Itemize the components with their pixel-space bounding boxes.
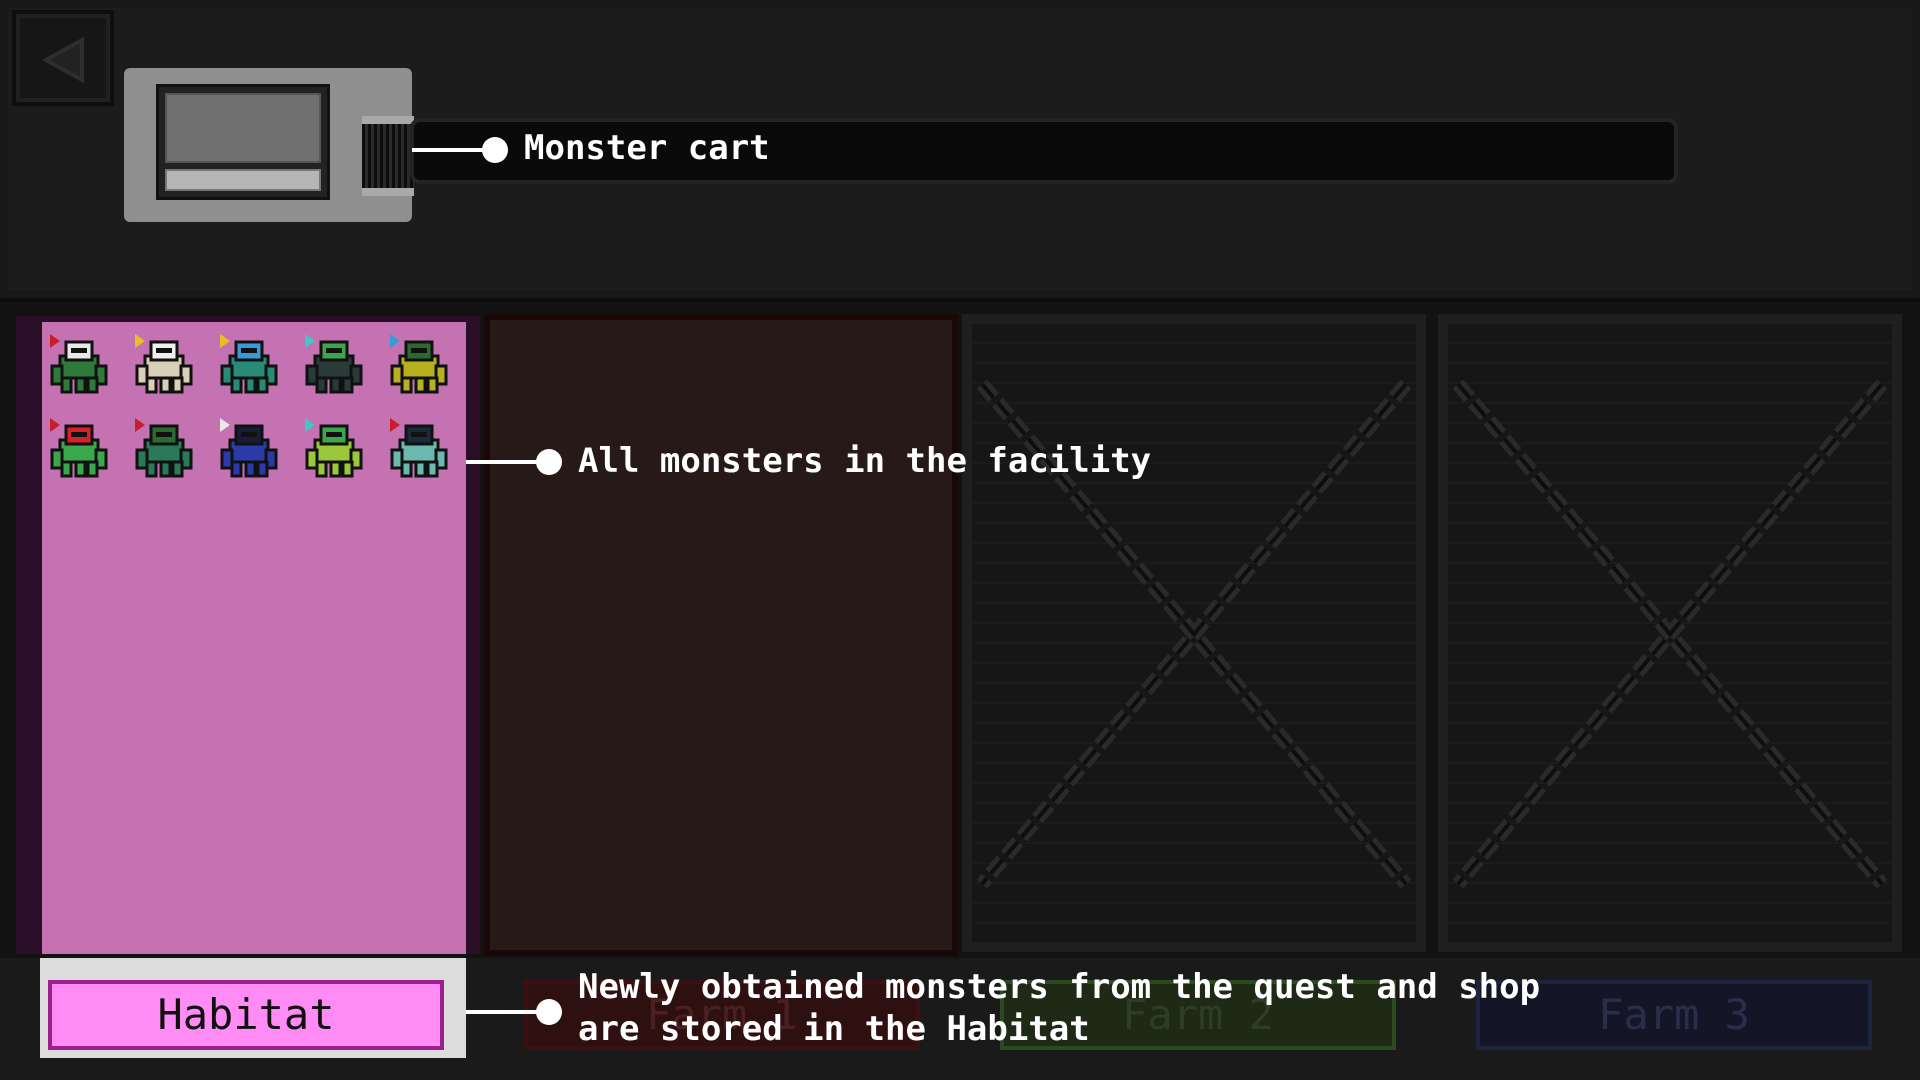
monster-4[interactable] [301, 332, 367, 398]
monster-6[interactable] [46, 416, 112, 482]
cart-callout-dot [482, 137, 508, 163]
back-arrow-icon [41, 36, 84, 84]
chain-lock-icon [976, 379, 1412, 889]
monster-7[interactable] [131, 416, 197, 482]
farm3-panel-locked [1438, 314, 1902, 952]
monster-sprite-icon [220, 418, 278, 478]
monster-sprite-icon [135, 418, 193, 478]
habitat-callout-text-line1: Newly obtained monsters from the quest a… [578, 967, 1541, 1007]
habitat-callout-dot [536, 999, 562, 1025]
monster-sprite-icon [390, 418, 448, 478]
monster-5[interactable] [386, 332, 452, 398]
cart-callout-text: Monster cart [524, 128, 770, 168]
cart-icon [156, 84, 330, 200]
monster-9[interactable] [301, 416, 367, 482]
monster-2[interactable] [131, 332, 197, 398]
monster-10[interactable] [386, 416, 452, 482]
habitat-panel[interactable] [42, 322, 466, 954]
monster-sprite-icon [220, 334, 278, 394]
tab-habitat[interactable]: Habitat [48, 980, 444, 1050]
monster-8[interactable] [216, 416, 282, 482]
habitat-callout-text-line2: are stored in the Habitat [578, 1009, 1090, 1049]
chain-lock-icon [1452, 379, 1888, 889]
cart-connector [362, 116, 414, 196]
monster-sprite-icon [50, 418, 108, 478]
farm1-panel[interactable] [484, 314, 958, 956]
monster-sprite-icon [305, 334, 363, 394]
monster-sprite-icon [305, 418, 363, 478]
monsters-callout-dot [536, 449, 562, 475]
monster-sprite-icon [135, 334, 193, 394]
monsters-callout-text: All monsters in the facility [578, 441, 1152, 481]
monster-1[interactable] [46, 332, 112, 398]
monster-3[interactable] [216, 332, 282, 398]
monster-sprite-icon [50, 334, 108, 394]
back-button[interactable] [12, 10, 114, 106]
farm2-panel-locked [962, 314, 1426, 952]
monster-sprite-icon [390, 334, 448, 394]
